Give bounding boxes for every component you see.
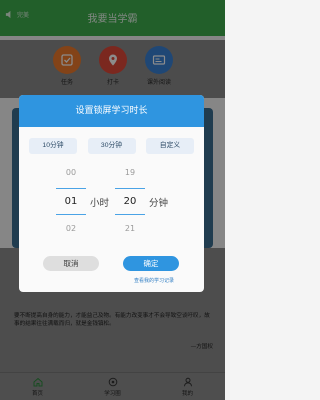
- hour-selected-value[interactable]: 01: [56, 196, 86, 207]
- confirm-button[interactable]: 确定: [123, 256, 179, 271]
- minute-selection-line-bottom: [115, 214, 145, 215]
- lock-duration-dialog: 设置锁屏学习时长 10分钟 30分钟 自定义 00 01 02 小时 19 20…: [19, 95, 204, 292]
- minute-option-below[interactable]: 21: [115, 224, 145, 233]
- hour-selection-line-top: [56, 188, 86, 189]
- minute-unit-label: 分钟: [149, 198, 169, 209]
- hour-option-below[interactable]: 02: [56, 224, 86, 233]
- minute-option-above[interactable]: 19: [115, 168, 145, 177]
- preset-30min-button[interactable]: 30分钟: [87, 138, 136, 154]
- hour-option-above[interactable]: 00: [56, 168, 86, 177]
- minute-selected-value[interactable]: 20: [115, 196, 145, 207]
- cancel-button[interactable]: 取消: [43, 256, 99, 271]
- minute-selection-line-top: [115, 188, 145, 189]
- dialog-title: 设置锁屏学习时长: [19, 95, 204, 127]
- time-picker: 00 01 02 小时 19 20 21 分钟: [19, 162, 204, 244]
- hour-selection-line-bottom: [56, 214, 86, 215]
- preset-custom-button[interactable]: 自定义: [146, 138, 194, 154]
- preset-row: 10分钟 30分钟 自定义: [19, 138, 204, 154]
- preset-10min-button[interactable]: 10分钟: [29, 138, 77, 154]
- hour-unit-label: 小时: [90, 198, 110, 209]
- study-record-link[interactable]: 查看我的学习记录: [123, 277, 185, 284]
